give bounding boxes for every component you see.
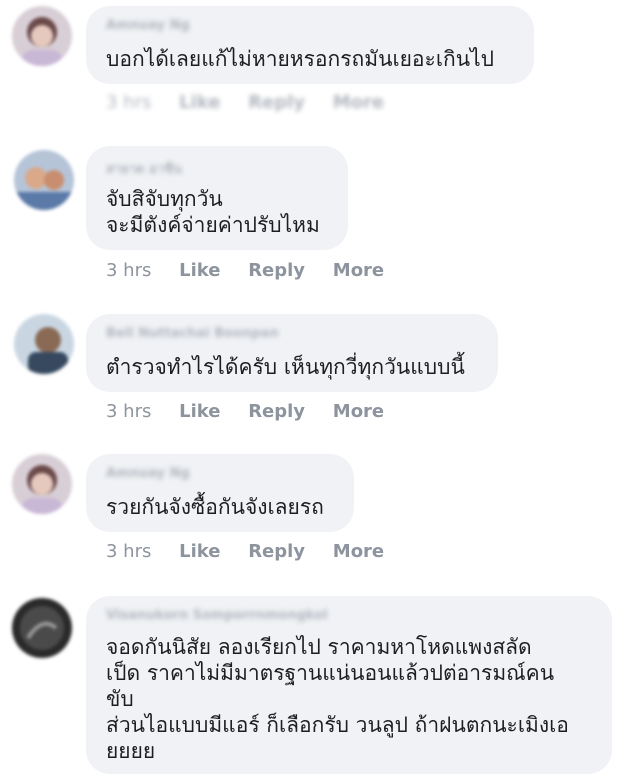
like-button[interactable]: Like <box>179 541 220 562</box>
avatar[interactable] <box>14 314 74 374</box>
more-button[interactable]: More <box>333 92 384 113</box>
comment-actions: 3 hrs Like Reply More <box>106 401 406 422</box>
comment-bubble: Visanukorn Somporrnmongkol จอดกันนิสัย ล… <box>86 596 612 774</box>
reply-button[interactable]: Reply <box>248 401 305 422</box>
comment-time[interactable]: 3 hrs <box>106 260 151 281</box>
avatar[interactable] <box>12 454 72 514</box>
like-button[interactable]: Like <box>179 92 220 113</box>
comment-author[interactable]: Amnuay Ng <box>106 466 190 481</box>
comment-time[interactable]: 3 hrs <box>106 541 151 562</box>
like-button[interactable]: Like <box>179 260 220 281</box>
reply-button[interactable]: Reply <box>248 92 305 113</box>
comment-bubble: Bell Nuttachai Boonpan ตำรวจทำไรได้ครับ … <box>86 314 498 392</box>
comment-text: รวยกันจังซื้อกันจังเลยรถ <box>106 495 324 519</box>
avatar[interactable] <box>12 6 72 66</box>
comment-text: ตำรวจทำไรได้ครับ เห็นทุกวี่ทุกวันแบบนี้ <box>106 355 465 379</box>
comment-text: บอกได้เลยแก้ไม่หายหรอกรถมันเยอะเกินไป <box>106 47 494 71</box>
comment-author[interactable]: สายาด อาชีน <box>106 158 182 179</box>
avatar[interactable] <box>14 150 74 210</box>
comment-bubble: Amnuay Ng บอกได้เลยแก้ไม่หายหรอกรถมันเยอ… <box>86 6 534 84</box>
avatar[interactable] <box>12 598 72 658</box>
more-button[interactable]: More <box>333 401 384 422</box>
comment-time[interactable]: 3 hrs <box>106 92 151 113</box>
comment-author[interactable]: Amnuay Ng <box>106 18 190 33</box>
comment-bubble: Amnuay Ng รวยกันจังซื้อกันจังเลยรถ <box>86 454 354 532</box>
comment-actions: 3 hrs Like Reply More <box>106 541 406 562</box>
comment-author[interactable]: Bell Nuttachai Boonpan <box>106 326 279 341</box>
like-button[interactable]: Like <box>179 401 220 422</box>
comment-bubble: สายาด อาชีน จับสิจับทุกวัน จะมีตังค์จ่าย… <box>86 146 348 250</box>
comment-actions: 3 hrs Like Reply More <box>106 92 406 113</box>
comment-author[interactable]: Visanukorn Somporrnmongkol <box>106 608 328 623</box>
comment-time[interactable]: 3 hrs <box>106 401 151 422</box>
more-button[interactable]: More <box>333 541 384 562</box>
reply-button[interactable]: Reply <box>248 260 305 281</box>
reply-button[interactable]: Reply <box>248 541 305 562</box>
comment-actions: 3 hrs Like Reply More <box>106 260 406 281</box>
comment-text: จอดกันนิสัย ลองเรียกไป ราคามหาโหดแพงสลัด… <box>106 635 569 763</box>
more-button[interactable]: More <box>333 260 384 281</box>
comment-text: จับสิจับทุกวัน จะมีตังค์จ่ายค่าปรับไหม <box>106 187 320 237</box>
